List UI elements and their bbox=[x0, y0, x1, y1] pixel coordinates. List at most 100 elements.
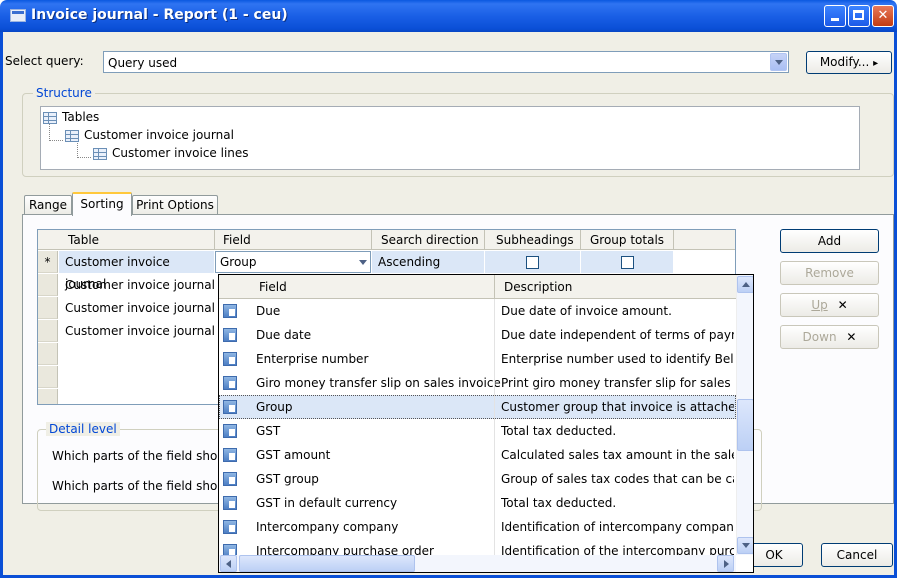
minimize-button[interactable] bbox=[824, 5, 846, 27]
close-button[interactable]: ✕ bbox=[872, 5, 894, 27]
lookup-row[interactable]: GST group Group of sales tax codes that c… bbox=[219, 467, 736, 491]
maximize-button[interactable] bbox=[848, 5, 870, 27]
field-combo[interactable]: Group bbox=[215, 251, 371, 273]
select-query-label: Select query: bbox=[5, 54, 84, 68]
lookup-row[interactable]: Group Customer group that invoice is atta… bbox=[219, 395, 736, 419]
tables-icon bbox=[43, 111, 57, 124]
group-totals-checkbox[interactable] bbox=[620, 256, 634, 269]
column-header-table[interactable]: Table bbox=[68, 230, 99, 250]
scroll-down-icon[interactable] bbox=[737, 537, 753, 554]
lookup-row[interactable]: GST amount Calculated sales tax amount in… bbox=[219, 443, 736, 467]
lookup-row[interactable]: Intercompany company Identification of in… bbox=[219, 515, 736, 539]
search-direction-cell[interactable]: Ascending bbox=[372, 251, 484, 273]
tree-node-customer-invoice-lines[interactable]: Customer invoice lines bbox=[93, 144, 249, 162]
field-icon bbox=[223, 496, 237, 510]
select-query-value: Query used bbox=[108, 56, 178, 70]
lookup-field-description: Print giro money transfer slip for sales… bbox=[501, 376, 734, 390]
window-icon bbox=[10, 9, 26, 22]
table-icon bbox=[93, 147, 107, 160]
column-header-subheadings[interactable]: Subheadings bbox=[496, 230, 574, 250]
lookup-row[interactable]: Enterprise number Enterprise number used … bbox=[219, 347, 736, 371]
detail-level-title: Detail level bbox=[46, 422, 120, 436]
tab-range[interactable]: Range bbox=[24, 195, 72, 215]
field-icon bbox=[223, 376, 237, 390]
cancel-button[interactable]: Cancel bbox=[821, 543, 893, 567]
field-icon bbox=[223, 328, 237, 342]
minimize-icon bbox=[831, 18, 839, 21]
lookup-field-description: Customer group that invoice is attached bbox=[501, 400, 734, 414]
lookup-field-description: Group of sales tax codes that can be cal bbox=[501, 472, 734, 486]
table-cell[interactable]: Customer invoice journal bbox=[59, 251, 214, 291]
row-marker: * bbox=[38, 251, 58, 273]
lookup-field-name: Enterprise number bbox=[256, 352, 369, 366]
select-query-combo[interactable]: Query used bbox=[103, 51, 789, 73]
remove-button[interactable]: Remove bbox=[780, 261, 879, 285]
lookup-row[interactable]: Giro money transfer slip on sales invoic… bbox=[219, 371, 736, 395]
table-cell[interactable]: Customer invoice journal bbox=[59, 320, 215, 342]
chevron-down-icon[interactable] bbox=[355, 254, 369, 270]
field-icon bbox=[223, 424, 237, 438]
field-icon bbox=[223, 520, 237, 534]
close-icon: ✕ bbox=[837, 298, 848, 312]
add-button[interactable]: Add bbox=[780, 229, 879, 253]
structure-tree[interactable]: Tables Customer invoice journal Customer… bbox=[40, 106, 860, 170]
lookup-field-description: Total tax deducted. bbox=[501, 424, 617, 438]
lookup-row[interactable]: Due date Due date independent of terms of… bbox=[219, 323, 736, 347]
field-lookup-dropdown[interactable]: Field Description Due Due date of invoice… bbox=[218, 274, 754, 573]
lookup-vertical-scrollbar[interactable] bbox=[736, 275, 753, 555]
modify-button[interactable]: Modify... ▸ bbox=[806, 51, 892, 74]
tree-node-customer-invoice-journal[interactable]: Customer invoice journal bbox=[65, 126, 234, 144]
lookup-field-name: GST in default currency bbox=[256, 496, 398, 510]
table-cell[interactable]: Customer invoice journal bbox=[59, 274, 215, 296]
detail-question-2: Which parts of the field shou bbox=[52, 479, 225, 493]
h-scroll-thumb[interactable] bbox=[239, 555, 415, 572]
close-icon: ✕ bbox=[846, 330, 857, 344]
title-bar[interactable]: Invoice journal - Report (1 - ceu) ✕ bbox=[0, 0, 897, 32]
lookup-horizontal-scrollbar[interactable] bbox=[219, 555, 736, 572]
lookup-field-name: Due date bbox=[256, 328, 312, 342]
chevron-down-icon[interactable] bbox=[770, 53, 787, 71]
field-icon bbox=[223, 304, 237, 318]
lookup-field-name: GST group bbox=[256, 472, 319, 486]
lookup-field-name: GST amount bbox=[256, 448, 331, 462]
column-header-group-totals[interactable]: Group totals bbox=[590, 230, 664, 250]
scroll-thumb[interactable] bbox=[737, 398, 753, 451]
lookup-column-description[interactable]: Description bbox=[504, 280, 572, 294]
window-title: Invoice journal - Report (1 - ceu) bbox=[31, 7, 288, 23]
grid-header: Table Field Search direction Subheadings… bbox=[38, 230, 735, 250]
structure-title: Structure bbox=[33, 86, 95, 100]
table-cell[interactable]: Customer invoice journal bbox=[59, 297, 215, 319]
lookup-field-description: Identification of intercompany company bbox=[501, 520, 734, 534]
scroll-left-icon[interactable] bbox=[220, 555, 237, 572]
lookup-field-name: Group bbox=[256, 400, 293, 414]
lookup-field-description: Calculated sales tax amount in the sales bbox=[501, 448, 734, 462]
lookup-row[interactable]: Due Due date of invoice amount. bbox=[219, 299, 736, 323]
down-button[interactable]: Down ✕ bbox=[780, 325, 879, 349]
column-header-field[interactable]: Field bbox=[223, 230, 251, 250]
tab-sorting[interactable]: Sorting bbox=[72, 192, 132, 216]
up-button[interactable]: Up ✕ bbox=[780, 293, 879, 317]
lookup-field-description: Total tax deducted. bbox=[501, 496, 617, 510]
column-header-search-direction[interactable]: Search direction bbox=[381, 230, 479, 250]
field-icon bbox=[223, 448, 237, 462]
maximize-icon bbox=[853, 10, 864, 20]
lookup-column-field[interactable]: Field bbox=[259, 280, 287, 294]
submenu-arrow-icon: ▸ bbox=[873, 58, 879, 69]
scroll-up-icon[interactable] bbox=[737, 276, 753, 293]
lookup-row[interactable]: GST Total tax deducted. bbox=[219, 419, 736, 443]
subheadings-checkbox[interactable] bbox=[526, 256, 539, 269]
detail-question-1: Which parts of the field shou bbox=[52, 449, 225, 463]
lookup-field-description: Due date independent of terms of paym bbox=[501, 328, 734, 342]
lookup-field-description: Enterprise number used to identify Belgi bbox=[501, 352, 734, 366]
lookup-field-description: Due date of invoice amount. bbox=[501, 304, 672, 318]
scroll-right-icon[interactable] bbox=[717, 555, 734, 572]
table-icon bbox=[65, 129, 79, 142]
tab-print-options[interactable]: Print Options bbox=[132, 195, 218, 215]
lookup-field-name: GST bbox=[256, 424, 281, 438]
field-icon bbox=[223, 472, 237, 486]
field-icon bbox=[223, 352, 237, 366]
lookup-field-name: Intercompany company bbox=[256, 520, 399, 534]
lookup-row[interactable]: GST in default currency Total tax deducte… bbox=[219, 491, 736, 515]
tree-node-tables[interactable]: Tables bbox=[43, 108, 99, 126]
lookup-field-name: Due bbox=[256, 304, 281, 318]
